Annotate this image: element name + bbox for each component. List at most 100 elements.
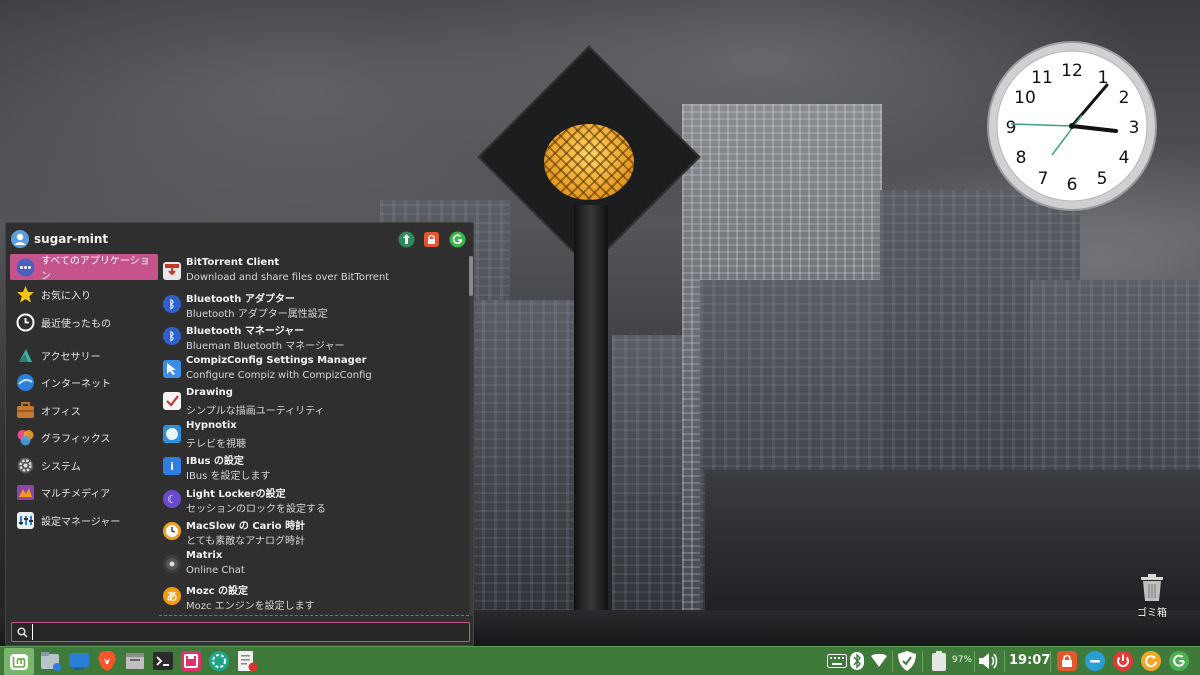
app-description: Mozc エンジンを設定します bbox=[186, 601, 315, 612]
taskbar-file-manager[interactable] bbox=[40, 650, 62, 672]
category-label: お気に入り bbox=[41, 290, 91, 302]
category-settings-manager[interactable]: 設定マネージャー bbox=[10, 507, 158, 533]
app-bluetooth-manager[interactable]: ᛒ Bluetooth マネージャー Blueman Bluetooth マネー… bbox=[159, 320, 467, 352]
taskbar-clock[interactable]: 19:07 bbox=[1009, 653, 1050, 668]
taskbar-text-editor[interactable] bbox=[236, 650, 258, 672]
lock-icon: ☾ bbox=[163, 490, 181, 508]
start-menu-button[interactable] bbox=[4, 648, 34, 675]
scrollbar-thumb[interactable] bbox=[469, 256, 473, 296]
application-list: BitTorrent Client Download and share fil… bbox=[159, 254, 471, 614]
trash-label: ゴミ箱 bbox=[1137, 608, 1167, 619]
gear-icon bbox=[16, 456, 35, 475]
text-editor-icon bbox=[238, 651, 258, 672]
taskbar-shutdown[interactable] bbox=[1112, 650, 1134, 672]
app-hypnotix[interactable]: Hypnotix テレビを視聴 bbox=[159, 418, 467, 450]
taskbar-restart[interactable] bbox=[1140, 650, 1162, 672]
application-menu: sugar-mint すべてのアプリケーション お気に入り 最近使ったもの アク… bbox=[5, 222, 474, 646]
app-cairo-clock[interactable]: MacSlow の Cario 時計 とても素敵なアナログ時計 bbox=[159, 515, 467, 547]
svg-text:7: 7 bbox=[1038, 169, 1049, 189]
category-label: すべてのアプリケーション bbox=[41, 256, 150, 282]
tray-separator bbox=[1004, 651, 1005, 672]
ibus-icon: i bbox=[163, 457, 181, 475]
search-input[interactable] bbox=[32, 624, 462, 640]
app-matrix[interactable]: Matrix Online Chat bbox=[159, 548, 467, 580]
trash-icon bbox=[1141, 574, 1163, 601]
app-list-scrollbar[interactable] bbox=[469, 256, 473, 616]
category-recent[interactable]: 最近使ったもの bbox=[10, 309, 158, 335]
trash[interactable]: ゴミ箱 bbox=[1128, 574, 1176, 619]
app-ibus-settings[interactable]: i IBus の設定 IBus を設定します bbox=[159, 450, 467, 482]
category-label: 設定マネージャー bbox=[41, 516, 121, 528]
app-mozc-settings[interactable]: あ Mozc の設定 Mozc エンジンを設定します bbox=[159, 580, 467, 612]
app-name: Light Lockerの設定 bbox=[186, 489, 286, 500]
tray-network[interactable] bbox=[868, 650, 890, 672]
category-label: 最近使ったもの bbox=[41, 318, 111, 330]
bluetooth-icon: ᛒ bbox=[163, 295, 181, 313]
app-compizconfig[interactable]: CompizConfig Settings Manager Configure … bbox=[159, 353, 467, 385]
search-icon bbox=[17, 627, 28, 638]
taskbar-timeshift[interactable] bbox=[208, 650, 230, 672]
app-description: とても素敵なアナログ時計 bbox=[186, 536, 305, 547]
taskbar-logout[interactable] bbox=[1084, 650, 1106, 672]
tray-bluetooth[interactable] bbox=[846, 650, 868, 672]
bluetooth-icon: ᛒ bbox=[163, 327, 181, 345]
taskbar-lock-screen[interactable] bbox=[1056, 650, 1078, 672]
app-name: Matrix bbox=[186, 550, 223, 561]
category-office[interactable]: オフィス bbox=[10, 397, 158, 423]
bluetooth-icon bbox=[850, 652, 864, 670]
app-description: Blueman Bluetooth マネージャー bbox=[186, 341, 345, 352]
archive-icon bbox=[126, 653, 144, 669]
app-bittorrent-client[interactable]: BitTorrent Client Download and share fil… bbox=[159, 255, 467, 287]
tray-separator bbox=[922, 651, 923, 672]
lamp-post bbox=[574, 205, 608, 646]
category-multimedia[interactable]: マルチメディア bbox=[10, 479, 158, 505]
category-all-applications[interactable]: すべてのアプリケーション bbox=[10, 254, 158, 282]
svg-text:10: 10 bbox=[1014, 88, 1036, 108]
svg-text:9: 9 bbox=[1006, 118, 1017, 138]
linux-mint-logo-icon bbox=[10, 653, 28, 670]
restart-icon bbox=[1141, 651, 1161, 671]
taskbar-archive-manager[interactable] bbox=[124, 650, 146, 672]
app-bluetooth-adapter[interactable]: ᛒ Bluetooth アダプター Bluetooth アダプター属性設定 bbox=[159, 288, 467, 320]
tray-update-manager[interactable] bbox=[896, 650, 918, 672]
menu-header: sugar-mint bbox=[6, 223, 475, 255]
app-description: Online Chat bbox=[186, 565, 245, 576]
graphics-icon bbox=[16, 428, 35, 447]
app-name: Bluetooth アダプター bbox=[186, 294, 295, 305]
desktop-analog-clock[interactable]: 12 1 2 3 4 5 6 7 8 9 10 11 bbox=[984, 38, 1160, 214]
clock-icon bbox=[16, 313, 35, 332]
user-avatar-icon[interactable] bbox=[11, 230, 29, 248]
keyboard-icon bbox=[827, 654, 847, 668]
taskbar-show-desktop[interactable] bbox=[68, 650, 90, 672]
settings-button[interactable] bbox=[398, 231, 415, 248]
app-name: CompizConfig Settings Manager bbox=[186, 355, 367, 366]
category-internet[interactable]: インターネット bbox=[10, 369, 158, 395]
tray-battery[interactable] bbox=[928, 650, 950, 672]
settings-icon bbox=[16, 511, 35, 530]
taskbar-terminal[interactable] bbox=[152, 650, 174, 672]
tray-keyboard[interactable] bbox=[826, 650, 848, 672]
tray-volume[interactable] bbox=[978, 650, 1000, 672]
app-drawing[interactable]: Drawing シンプルな描画ユーティリティ bbox=[159, 385, 467, 417]
taskbar-brave-browser[interactable] bbox=[96, 650, 118, 672]
taskbar-software-manager[interactable] bbox=[180, 650, 202, 672]
logout-button[interactable] bbox=[449, 231, 466, 248]
brave-browser-icon bbox=[98, 651, 116, 671]
svg-text:2: 2 bbox=[1119, 88, 1130, 108]
category-graphics[interactable]: グラフィックス bbox=[10, 424, 158, 450]
list-divider bbox=[159, 615, 469, 616]
app-light-locker-settings[interactable]: ☾ Light Lockerの設定 セッションのロックを設定する bbox=[159, 483, 467, 515]
accessories-icon bbox=[16, 346, 35, 365]
category-label: アクセサリー bbox=[41, 351, 101, 363]
search-box[interactable] bbox=[11, 622, 470, 642]
category-system[interactable]: システム bbox=[10, 452, 158, 478]
category-favorites[interactable]: お気に入り bbox=[10, 281, 158, 307]
app-description: セッションのロックを設定する bbox=[186, 504, 326, 515]
taskbar-switch-user[interactable] bbox=[1168, 650, 1190, 672]
briefcase-icon bbox=[16, 401, 35, 420]
star-icon bbox=[16, 285, 35, 304]
category-accessories[interactable]: アクセサリー bbox=[10, 342, 158, 368]
app-description: Bluetooth アダプター属性設定 bbox=[186, 309, 328, 320]
timeshift-icon bbox=[209, 651, 229, 671]
lock-screen-button[interactable] bbox=[423, 231, 440, 248]
